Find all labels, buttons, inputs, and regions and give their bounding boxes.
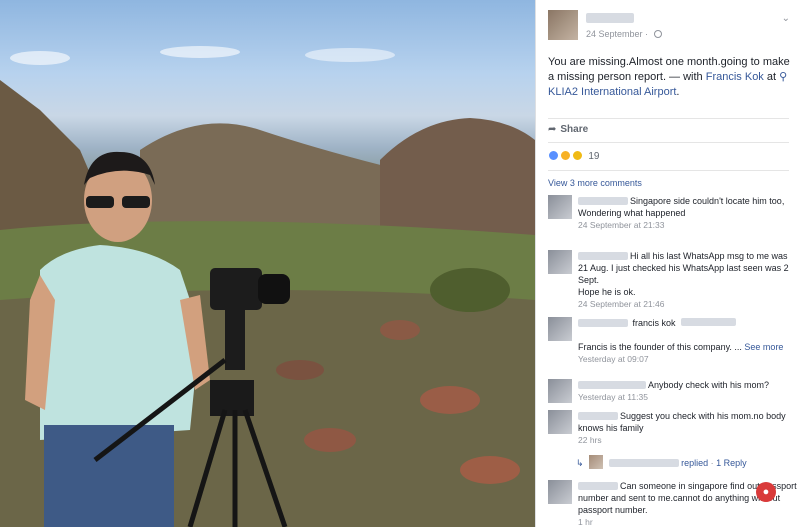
mountain-landscape-illustration	[0, 46, 535, 527]
divider	[548, 170, 789, 171]
redacted-text	[681, 318, 737, 326]
post-text: You are missing.Almost one month.going t…	[548, 56, 790, 98]
commenter-name-redacted[interactable]	[578, 381, 646, 389]
comment-timestamp[interactable]: 24 September at 21:46	[578, 298, 800, 311]
commenter-avatar[interactable]	[548, 195, 572, 219]
share-button[interactable]: ➦ Share	[548, 124, 588, 135]
divider	[548, 118, 789, 119]
share-arrow-icon: ➦	[548, 124, 557, 135]
author-avatar[interactable]	[548, 10, 578, 40]
location-link[interactable]: KLIA2 International Airport	[548, 86, 676, 98]
wow-reaction-icon	[559, 150, 571, 161]
post-header: 24 September · ⌄	[548, 10, 798, 42]
comment-body: francis kok Francis is the founder of th…	[578, 317, 800, 366]
comment-timestamp[interactable]: 24 September at 21:33	[578, 219, 800, 232]
post-date[interactable]: 24 September ·	[586, 29, 662, 39]
see-more-link[interactable]: See more	[744, 342, 783, 352]
comment-timestamp[interactable]: 22 hrs	[578, 434, 800, 447]
commenter-avatar[interactable]	[548, 480, 572, 504]
divider	[548, 142, 789, 143]
view-more-comments-link[interactable]: View 3 more comments	[548, 178, 642, 188]
publisher-watermark-logo: ●	[756, 482, 776, 502]
post-photo[interactable]	[0, 0, 535, 527]
comment-timestamp[interactable]: 1 hr	[578, 516, 800, 529]
replies-link[interactable]: ↳ replied · 1 Reply	[576, 455, 747, 469]
commenter-name-redacted[interactable]	[578, 197, 628, 205]
comment-body: Anybody check with his mom? Yesterday at…	[578, 379, 800, 404]
sad-reaction-icon	[571, 150, 583, 161]
comment-timestamp[interactable]: Yesterday at 09:07	[578, 353, 800, 366]
commenter-avatar[interactable]	[548, 410, 572, 434]
commenter-avatar[interactable]	[548, 250, 572, 274]
comment-body: Hi all his last WhatsApp msg to me was 2…	[578, 250, 800, 311]
post-panel: 24 September · ⌄ You are missing.Almost …	[535, 0, 800, 527]
location-pin-icon: ⚲	[779, 71, 788, 83]
reactions-summary[interactable]: 19	[548, 150, 599, 162]
commenter-name-redacted[interactable]	[578, 252, 628, 260]
commenter-avatar[interactable]	[548, 317, 572, 341]
comment-body: Singapore side couldn't locate him too, …	[578, 195, 800, 232]
like-reaction-icon	[548, 150, 559, 161]
tagged-person-link[interactable]: Francis Kok	[706, 71, 764, 83]
commenter-name-redacted[interactable]	[578, 482, 618, 490]
replier-avatar	[589, 455, 604, 469]
globe-icon	[653, 30, 662, 38]
reply-arrow-icon: ↳	[576, 458, 584, 468]
author-name-redacted[interactable]	[586, 13, 634, 23]
comment-timestamp[interactable]: Yesterday at 11:35	[578, 391, 800, 404]
replier-name-redacted	[608, 459, 679, 467]
comment-body: Suggest you check with his mom.no body k…	[578, 410, 800, 447]
commenter-avatar[interactable]	[548, 379, 572, 403]
commenter-name-redacted[interactable]	[578, 319, 628, 327]
chevron-down-icon[interactable]: ⌄	[782, 13, 790, 24]
commenter-name-redacted[interactable]	[578, 412, 618, 420]
